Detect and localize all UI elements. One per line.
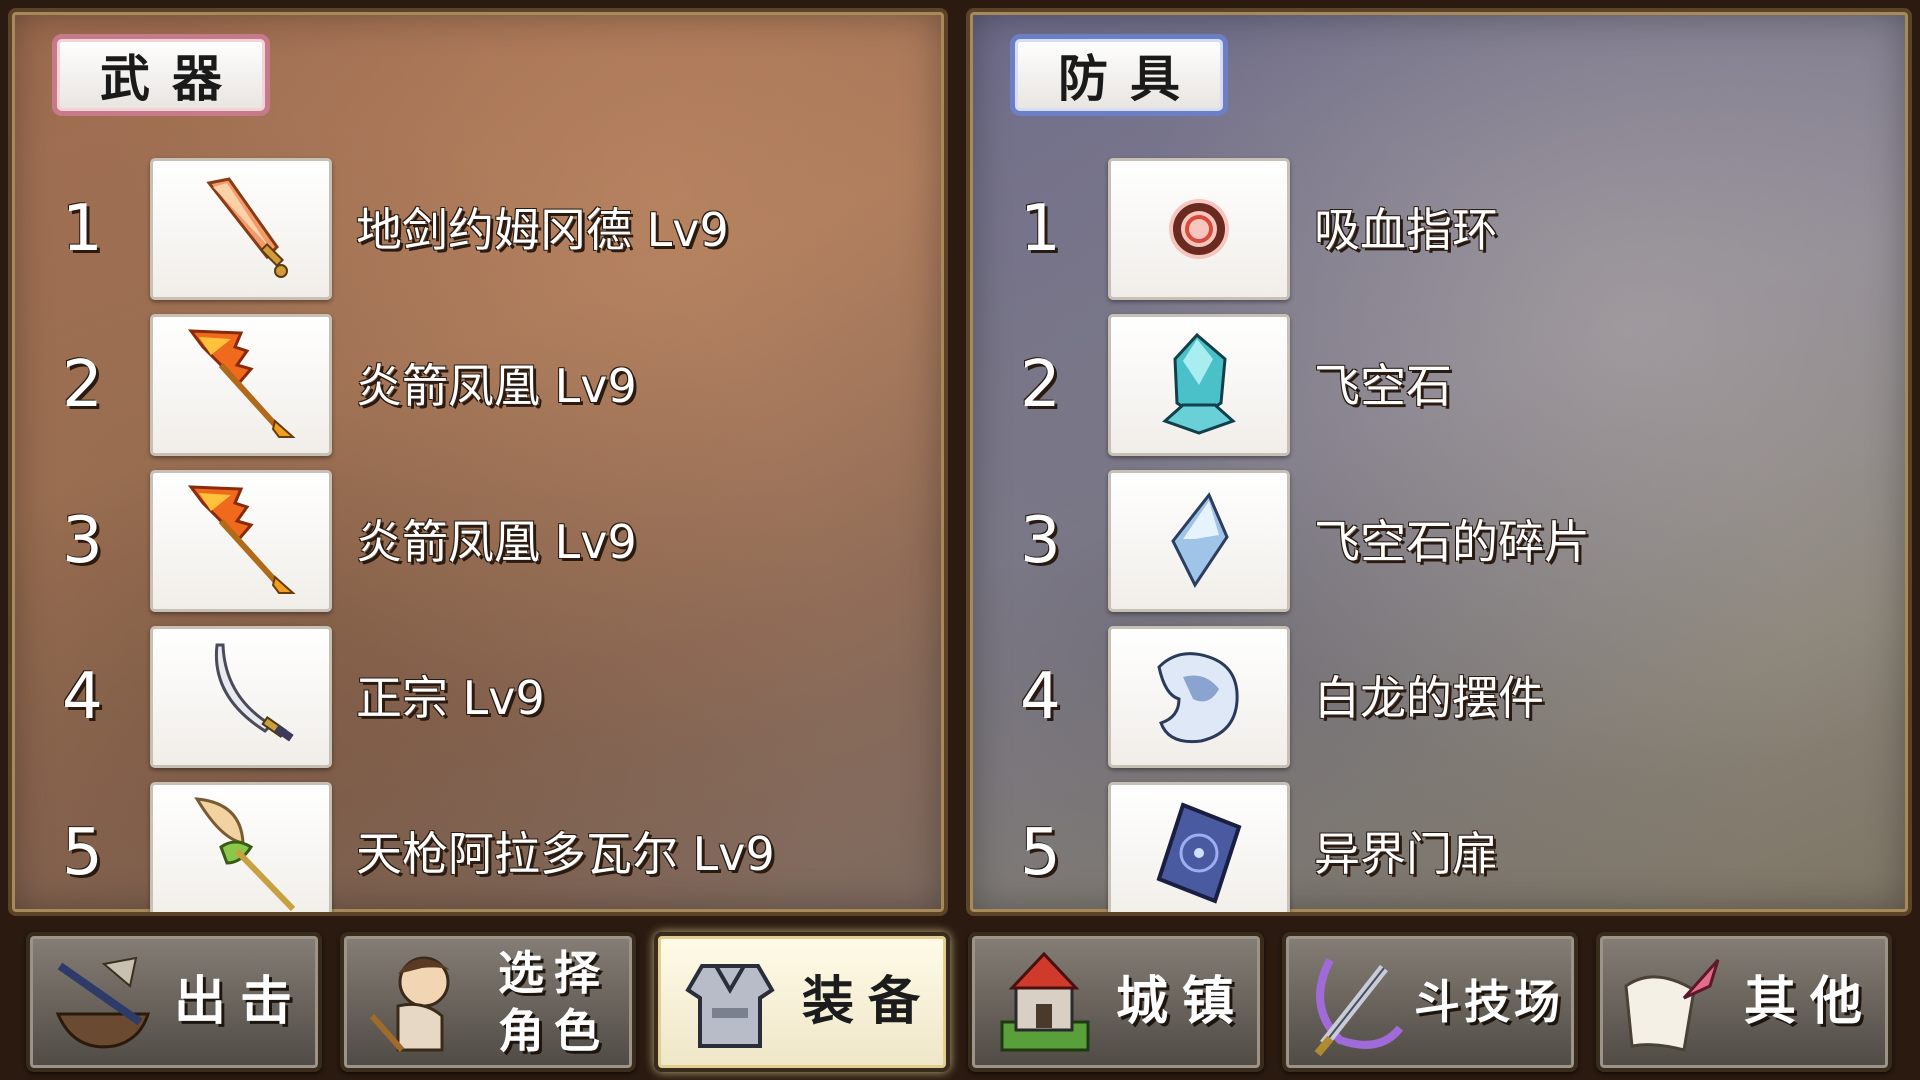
weapon-name: 正宗 Lv9 — [356, 671, 545, 725]
armor-name: 吸血指环 — [1314, 203, 1498, 257]
armor-name: 飞空石的碎片 — [1314, 515, 1590, 569]
armor-item-slot[interactable] — [1108, 314, 1290, 456]
armor-item-3[interactable]: 3 飞空石的碎片 — [970, 466, 1908, 616]
weapon-item-slot[interactable] — [150, 470, 332, 612]
airship-icon — [55, 956, 151, 1049]
armor-name: 飞空石 — [1314, 359, 1452, 413]
weapon-item-2[interactable]: 2 炎箭凤凰 Lv9 — [12, 310, 944, 460]
armor-icon — [685, 964, 775, 1048]
nav-other-label: 其他 — [1743, 972, 1876, 1032]
castle-icon — [1000, 951, 1090, 1052]
armor-rank: 4 — [1020, 660, 1061, 734]
weapon-panel: 武器 1 地剑约姆冈德 Lv9 2 炎箭凤凰 Lv9 3 炎箭凤凰 Lv9 4 … — [8, 8, 948, 916]
nav-town-label: 城镇 — [1115, 972, 1248, 1032]
weapon-item-3[interactable]: 3 炎箭凤凰 Lv9 — [12, 466, 944, 616]
levistone-icon — [1162, 332, 1236, 435]
earth-sword-icon — [206, 177, 288, 278]
flame-arrow-icon — [187, 329, 296, 438]
nav-arena-label: 斗技场 — [1414, 975, 1564, 1029]
armor-name: 白龙的摆件 — [1314, 671, 1544, 725]
armor-item-1[interactable]: 1 吸血指环 — [970, 154, 1908, 304]
weapon-item-slot[interactable] — [150, 314, 332, 456]
spear-icon — [194, 797, 296, 912]
nav-equipment-label: 装备 — [801, 972, 934, 1032]
armor-rank: 2 — [1020, 348, 1061, 422]
armor-item-2[interactable]: 2 飞空石 — [970, 310, 1908, 460]
dragon-figurine-icon — [1157, 652, 1239, 744]
armor-item-4[interactable]: 4 白龙的摆件 — [970, 622, 1908, 772]
katana-icon — [214, 643, 294, 742]
weapon-name: 天枪阿拉多瓦尔 Lv9 — [356, 827, 775, 881]
ring-icon — [1169, 199, 1229, 259]
weapon-item-slot[interactable] — [150, 782, 332, 912]
bottom-nav: 出击 选择 角色 装备 城镇 斗技场 其他 — [0, 924, 1920, 1080]
weapon-rank: 1 — [62, 192, 103, 266]
armor-item-slot[interactable] — [1108, 470, 1290, 612]
armor-item-slot[interactable] — [1108, 782, 1290, 912]
armor-rank: 5 — [1020, 816, 1061, 890]
armor-panel: 防具 1 吸血指环 2 飞空石 3 飞空石的碎片 4 白龙的摆件 5 异界门扉 — [966, 8, 1912, 916]
weapon-rank: 4 — [62, 660, 103, 734]
weapon-panel-title: 武器 — [52, 34, 270, 116]
weapon-item-slot[interactable] — [150, 626, 332, 768]
weapon-name: 炎箭凤凰 Lv9 — [356, 515, 637, 569]
nav-arena-button[interactable]: 斗技场 — [1282, 932, 1578, 1072]
sword-scythe-icon — [1314, 958, 1404, 1057]
nav-select-character-label: 选择 角色 — [472, 936, 622, 1068]
armor-panel-title: 防具 — [1010, 34, 1228, 116]
weapon-name: 炎箭凤凰 Lv9 — [356, 359, 637, 413]
flame-arrow-icon — [187, 485, 296, 594]
weapon-item-1[interactable]: 1 地剑约姆冈德 Lv9 — [12, 154, 944, 304]
weapon-name: 地剑约姆冈德 Lv9 — [356, 203, 729, 257]
weapon-item-4[interactable]: 4 正宗 Lv9 — [12, 622, 944, 772]
armor-item-5[interactable]: 5 异界门扉 — [970, 778, 1908, 912]
nav-equipment-button[interactable]: 装备 — [654, 932, 950, 1072]
armor-rank: 3 — [1020, 504, 1061, 578]
weapon-item-slot[interactable] — [150, 158, 332, 300]
crystal-shard-icon — [1171, 492, 1229, 588]
nav-sortie-button[interactable]: 出击 — [26, 932, 322, 1072]
nav-other-button[interactable]: 其他 — [1596, 932, 1892, 1072]
armor-item-slot[interactable] — [1108, 158, 1290, 300]
portal-door-icon — [1156, 802, 1242, 904]
armor-item-slot[interactable] — [1108, 626, 1290, 768]
armor-name: 异界门扉 — [1314, 827, 1498, 881]
weapon-rank: 2 — [62, 348, 103, 422]
weapon-rank: 5 — [62, 816, 103, 890]
nav-town-button[interactable]: 城镇 — [968, 932, 1264, 1072]
character-icon — [369, 956, 450, 1052]
nav-sortie-label: 出击 — [173, 972, 306, 1032]
nav-select-character-button[interactable]: 选择 角色 — [340, 932, 636, 1072]
scroll-quill-icon — [1624, 958, 1720, 1052]
armor-rank: 1 — [1020, 192, 1061, 266]
weapon-rank: 3 — [62, 504, 103, 578]
nav-select-character-line2: 角色 — [498, 1004, 610, 1058]
weapon-item-5[interactable]: 5 天枪阿拉多瓦尔 Lv9 — [12, 778, 944, 912]
nav-select-character-line1: 选择 — [498, 946, 610, 1000]
